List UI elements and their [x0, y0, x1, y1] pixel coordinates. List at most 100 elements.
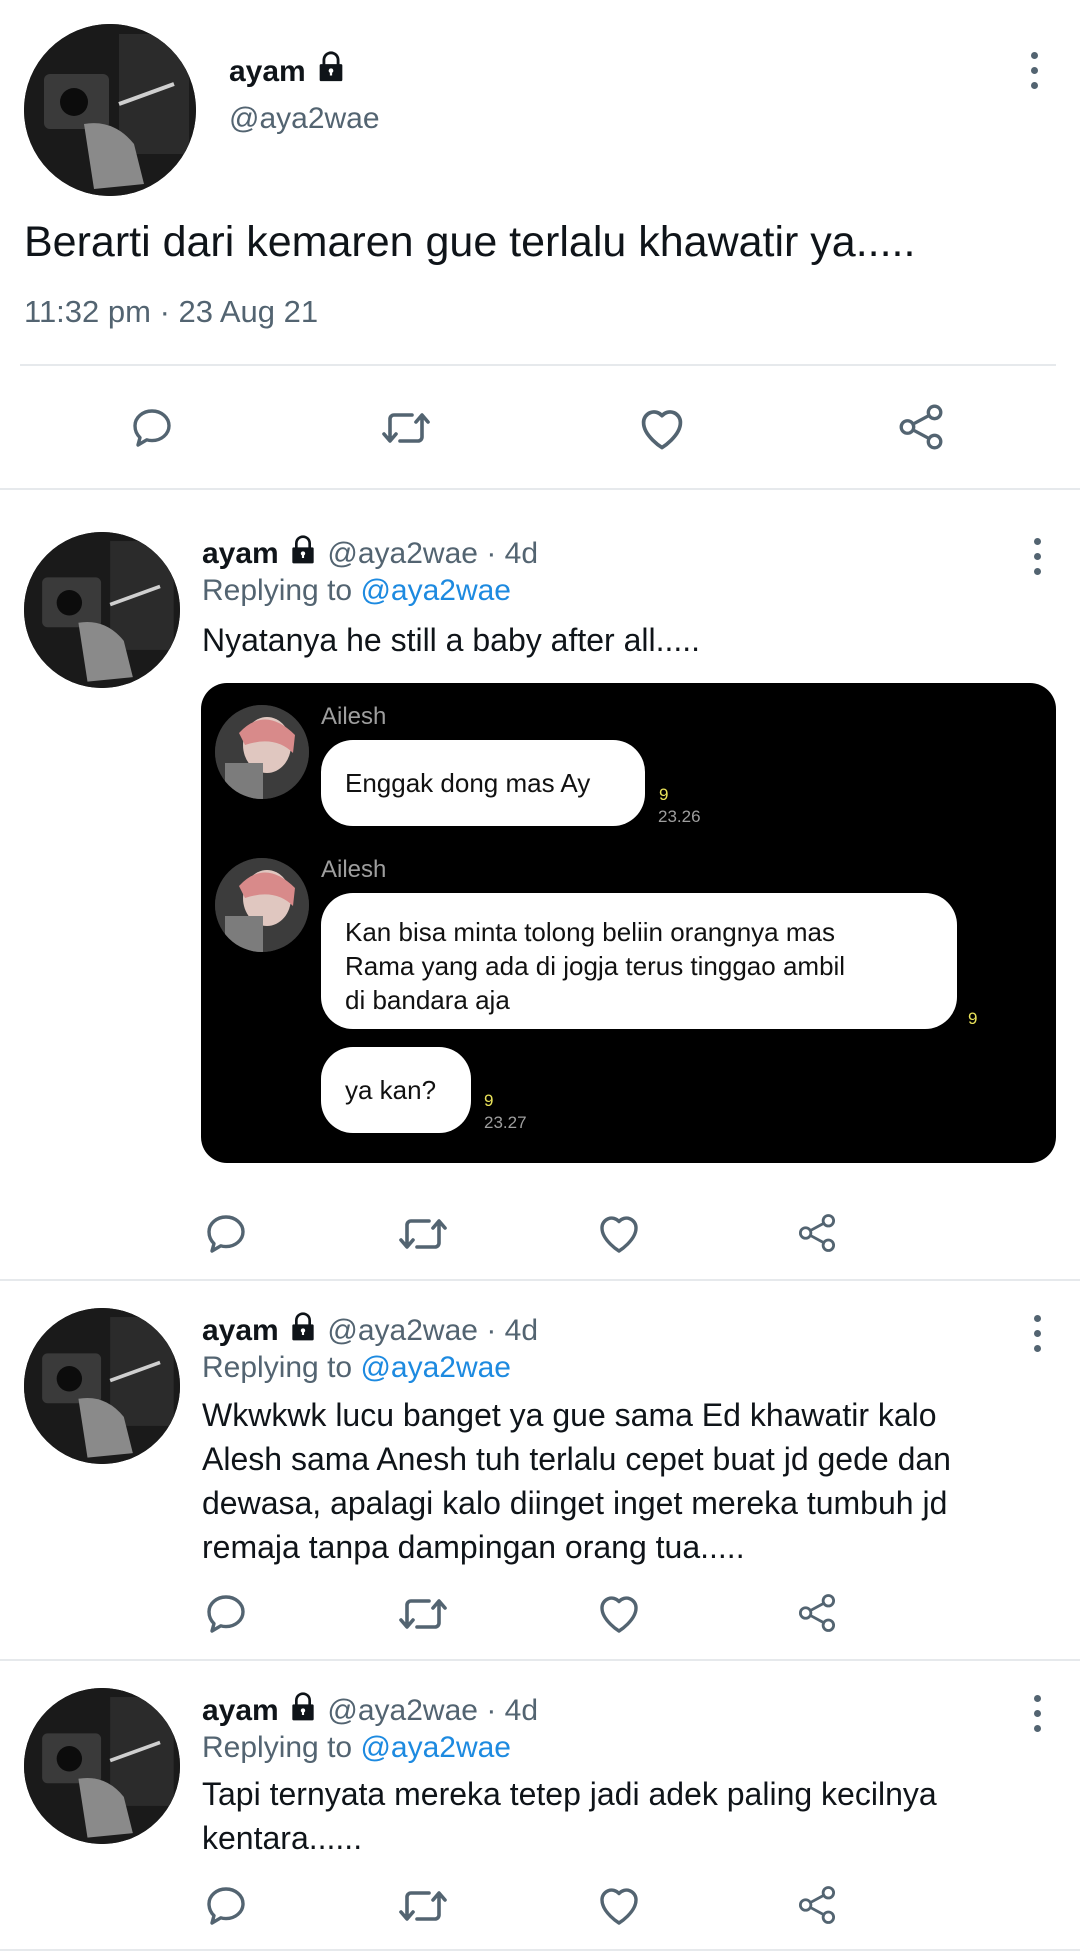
chat-line: Rama yang ada di jogja terus tinggao amb… — [345, 951, 846, 981]
share-button[interactable] — [796, 1212, 838, 1254]
reply-text: Tapi ternyata mereka tetep jadi adek pal… — [202, 1772, 937, 1860]
read-receipt: 9 — [484, 1091, 494, 1110]
more-options-button[interactable] — [1027, 1695, 1047, 1732]
replying-to: Replying to @aya2wae — [202, 1731, 511, 1765]
text-line: Alesh sama Anesh tuh terlalu cepet buat … — [202, 1441, 951, 1477]
tweet-age: · 4d — [486, 537, 539, 570]
author-name[interactable]: ayam — [229, 50, 348, 92]
retweet-icon — [399, 1599, 447, 1629]
heart-icon — [600, 1888, 638, 1925]
attached-image[interactable]: Ailesh Enggak dong mas Ay 9 23.26 Ailesh… — [201, 683, 1056, 1163]
share-icon — [899, 404, 943, 450]
avatar[interactable] — [24, 1308, 180, 1464]
divider — [0, 1949, 1080, 1951]
replying-label: Replying to — [202, 574, 353, 607]
like-button[interactable] — [595, 1589, 643, 1635]
more-options-button[interactable] — [1024, 52, 1044, 89]
chat-time: 23.27 — [484, 1113, 527, 1132]
chat-sender-name: Ailesh — [321, 703, 387, 730]
retweet-button[interactable] — [395, 1590, 451, 1638]
text-line: Tapi ternyata mereka tetep jadi adek pal… — [202, 1776, 937, 1812]
text-line: Wkwkwk lucu banget ya gue sama Ed khawat… — [202, 1397, 937, 1433]
reply-button[interactable] — [202, 1590, 250, 1638]
chat-avatar — [215, 858, 309, 952]
author-handle[interactable]: @aya2wae — [327, 1314, 478, 1347]
tweet-timestamp: 11:32 pm · 23 Aug 21 — [24, 294, 319, 329]
more-options-button[interactable] — [1027, 1315, 1047, 1352]
reply-text: Wkwkwk lucu banget ya gue sama Ed khawat… — [202, 1393, 951, 1569]
text-line: remaja tanpa dampingan orang tua..... — [202, 1529, 745, 1565]
dot-icon — [1033, 553, 1041, 560]
dot-icon — [1030, 52, 1038, 59]
share-button[interactable] — [796, 1592, 838, 1634]
reply-button[interactable] — [202, 1210, 250, 1258]
divider — [0, 488, 1080, 490]
chat-bubble: ya kan? — [321, 1047, 471, 1133]
display-name[interactable]: ayam — [202, 1314, 279, 1347]
divider — [0, 1659, 1080, 1661]
more-options-button[interactable] — [1027, 538, 1047, 575]
heart-icon — [600, 1596, 638, 1633]
dot-icon — [1033, 1710, 1041, 1717]
mention-link[interactable]: @aya2wae — [360, 1731, 511, 1764]
replying-label: Replying to — [202, 1351, 353, 1384]
chat-sender-name: Ailesh — [321, 856, 387, 883]
chat-bubble: Enggak dong mas Ay — [321, 740, 645, 826]
reply-header: ayam @aya2wae · 4d — [202, 534, 538, 574]
retweet-button[interactable] — [395, 1210, 451, 1258]
chat-line: Kan bisa minta tolong beliin orangnya ma… — [345, 917, 835, 947]
mention-link[interactable]: @aya2wae — [360, 1351, 511, 1384]
speech-bubble-icon — [207, 1887, 245, 1925]
retweet-icon — [399, 1219, 447, 1249]
retweet-button[interactable] — [395, 1882, 451, 1930]
speech-bubble-icon — [207, 1595, 245, 1633]
lock-icon — [287, 534, 319, 574]
dot-icon — [1033, 568, 1041, 575]
avatar[interactable] — [24, 1688, 180, 1844]
avatar[interactable] — [24, 24, 196, 196]
share-button[interactable] — [796, 1884, 838, 1926]
read-receipt: 9 — [659, 785, 669, 804]
dot-icon — [1033, 1345, 1041, 1352]
like-button[interactable] — [595, 1209, 643, 1255]
mention-link[interactable]: @aya2wae — [360, 574, 511, 607]
replying-to: Replying to @aya2wae — [202, 1351, 511, 1385]
chat-avatar — [215, 705, 309, 799]
replying-label: Replying to — [202, 1731, 353, 1764]
author-handle[interactable]: @aya2wae — [229, 102, 380, 136]
share-icon — [798, 1886, 836, 1924]
display-name[interactable]: ayam — [202, 537, 279, 570]
chat-bubble: Kan bisa minta tolong beliin orangnya ma… — [321, 893, 957, 1029]
tweet-text: Berarti dari kemaren gue terlalu khawati… — [24, 218, 916, 266]
dot-icon — [1030, 67, 1038, 74]
divider — [0, 1279, 1080, 1281]
chat-message: Enggak dong mas Ay — [345, 768, 591, 798]
like-button[interactable] — [636, 402, 688, 452]
replying-to: Replying to @aya2wae — [202, 574, 511, 608]
lock-icon — [287, 1311, 319, 1351]
author-handle[interactable]: @aya2wae — [327, 1694, 478, 1727]
retweet-icon — [399, 1891, 447, 1921]
dot-icon — [1033, 1330, 1041, 1337]
text-line: kentara...... — [202, 1820, 363, 1856]
read-receipt: 9 — [968, 1009, 978, 1028]
tweet-age: · 4d — [486, 1314, 539, 1347]
tweet-age: · 4d — [486, 1694, 539, 1727]
reply-button[interactable] — [128, 404, 176, 452]
chat-line: di bandara aja — [345, 985, 510, 1015]
avatar[interactable] — [24, 532, 180, 688]
lock-icon — [287, 1691, 319, 1731]
reply-button[interactable] — [202, 1882, 250, 1930]
speech-bubble-icon — [207, 1215, 245, 1253]
reply-header: ayam @aya2wae · 4d — [202, 1691, 538, 1731]
display-name[interactable]: ayam — [202, 1694, 279, 1727]
like-button[interactable] — [595, 1881, 643, 1927]
retweet-button[interactable] — [378, 404, 434, 452]
dot-icon — [1033, 1315, 1041, 1322]
display-name[interactable]: ayam — [229, 55, 306, 88]
share-button[interactable] — [896, 402, 946, 452]
retweet-icon — [382, 413, 430, 443]
reply-text: Nyatanya he still a baby after all..... — [202, 622, 701, 658]
text-line: dewasa, apalagi kalo diinget inget merek… — [202, 1485, 948, 1521]
author-handle[interactable]: @aya2wae — [327, 537, 478, 570]
